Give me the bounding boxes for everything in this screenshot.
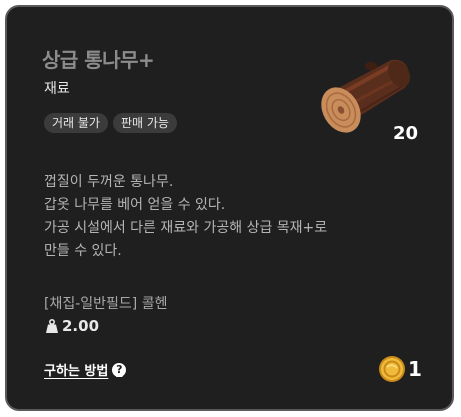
item-count: 20 xyxy=(393,123,419,144)
item-tooltip-card: 상급 통나무+ 재료 거래 불가 판매 가능 20 껍질이 두꺼운 통나무. 갑… xyxy=(5,5,454,411)
item-weight: 2.00 xyxy=(46,317,99,335)
badge-sellable: 판매 가능 xyxy=(112,113,177,133)
item-description: 껍질이 두꺼운 통나무. 갑옷 나무를 베어 얻을 수 있다. 가공 시설에서 … xyxy=(44,171,424,263)
item-title: 상급 통나무+ xyxy=(42,48,155,72)
description-line: 가공 시설에서 다른 재료와 가공해 상급 목재+로 xyxy=(44,220,328,236)
item-price: 1 xyxy=(378,355,422,383)
how-to-get-label: 구하는 방법 xyxy=(44,364,109,379)
item-badges: 거래 불가 판매 가능 xyxy=(44,113,177,133)
item-category: 재료 xyxy=(44,81,70,97)
description-line: 갑옷 나무를 베어 얻을 수 있다. xyxy=(44,197,226,213)
item-source: [채집-일반필드] 콜헨 xyxy=(44,296,168,312)
description-line: 만들 수 있다. xyxy=(44,243,122,259)
how-to-get-link[interactable]: 구하는 방법 ? xyxy=(44,360,127,379)
gold-coin-icon xyxy=(379,356,405,382)
question-circle-icon: ? xyxy=(112,362,127,377)
weight-value: 2.00 xyxy=(62,317,100,335)
price-value: 1 xyxy=(408,357,422,381)
weight-icon xyxy=(46,319,58,333)
badge-trade-unavailable: 거래 불가 xyxy=(44,113,108,133)
description-line: 껍질이 두꺼운 통나무. xyxy=(44,174,174,190)
